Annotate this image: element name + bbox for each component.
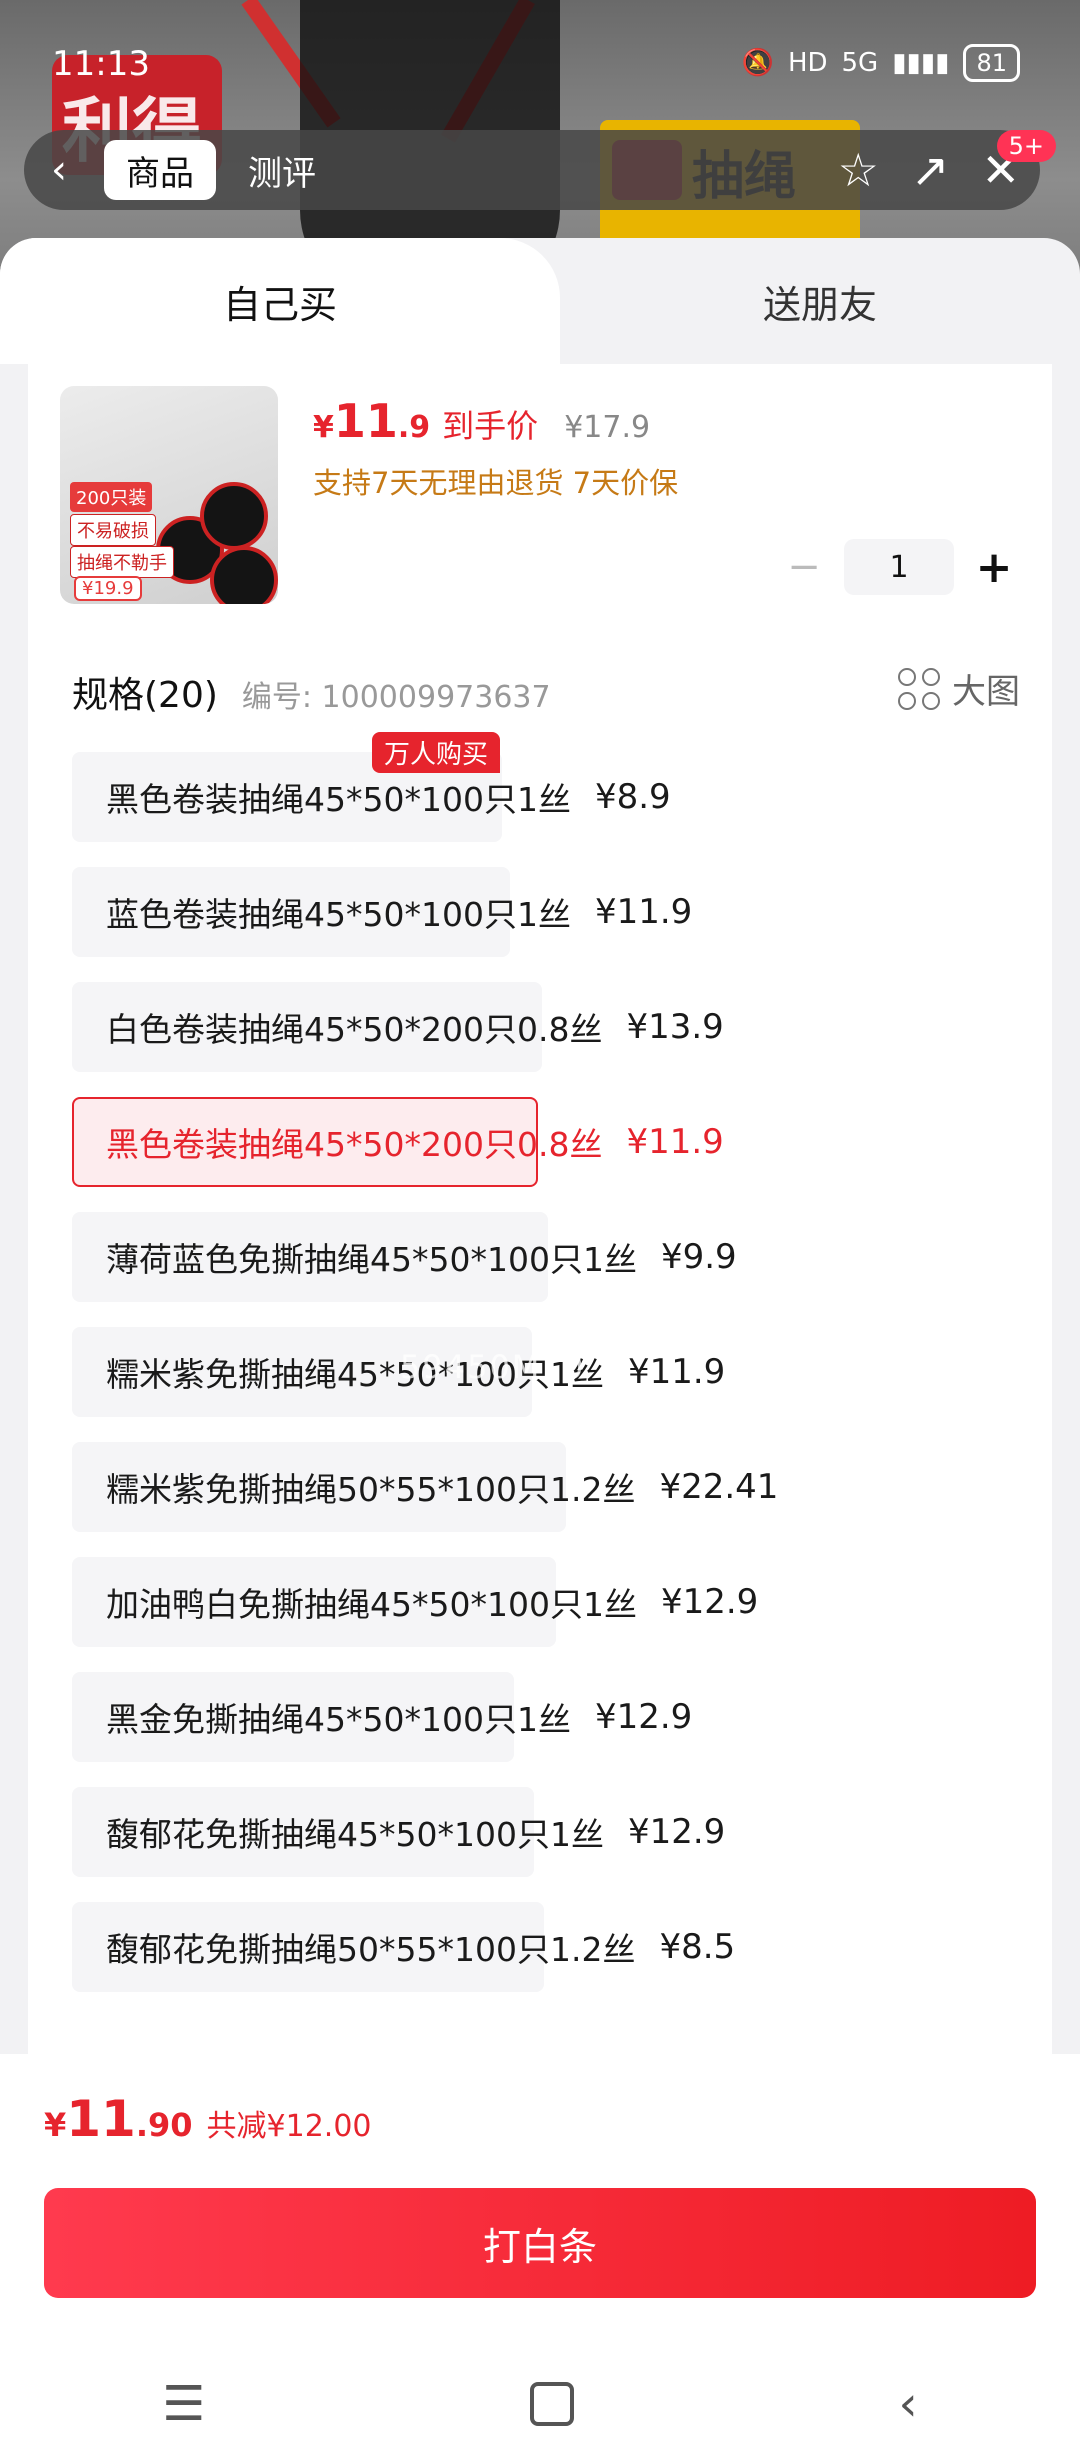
spec-price: ¥12.9	[627, 1812, 726, 1852]
total-currency: ¥	[44, 2106, 67, 2144]
watermark-text: 59450MT0	[400, 1348, 586, 1386]
tab-review[interactable]: 测评	[226, 140, 338, 200]
bottom-bar: ¥11.90 共减¥12.00 打白条 ☰ ‹	[0, 2054, 1080, 2460]
star-icon[interactable]: ☆	[838, 143, 879, 197]
original-price: ¥17.9	[564, 410, 651, 445]
share-icon[interactable]: ↗	[911, 143, 950, 197]
spec-price: ¥22.41	[659, 1467, 779, 1507]
total-decimal: .90	[135, 2106, 193, 2144]
spec-price: ¥9.9	[660, 1237, 737, 1277]
spec-name: 蓝色卷装抽绳45*50*100只1丝	[106, 895, 571, 934]
spec-option[interactable]: 黑色卷装抽绳45*50*200只0.8丝 ¥11.9	[72, 1097, 724, 1187]
system-nav-bar: ☰ ‹	[0, 2354, 1080, 2454]
mute-icon: 🔕	[741, 48, 774, 78]
spec-name: 糯米紫免撕抽绳50*55*100只1.2丝	[106, 1470, 636, 1509]
spec-name: 黑色卷装抽绳45*50*100只1丝	[106, 780, 571, 819]
spec-price: ¥11.9	[594, 892, 693, 932]
spec-option[interactable]: 馥郁花免撕抽绳45*50*100只1丝 ¥12.9	[72, 1787, 725, 1877]
spec-option[interactable]: 黑色卷装抽绳45*50*100只1丝 ¥8.9 万人购买	[72, 732, 671, 842]
spec-price: ¥12.9	[660, 1582, 759, 1622]
thumb-tag: 抽绳不勒手	[70, 546, 174, 578]
spec-name: 薄荷蓝色免撕抽绳45*50*100只1丝	[106, 1240, 637, 1279]
top-actions: ☆ ↗ ✕	[838, 130, 1020, 210]
price-decimal: .9	[397, 410, 431, 445]
home-icon[interactable]	[529, 2382, 574, 2426]
spec-header: 规格(20) 编号: 100009973637	[72, 666, 551, 718]
thumb-tag: 200只装	[70, 482, 153, 512]
increment-button[interactable]: +	[974, 542, 1014, 593]
price-row: ¥11.9 到手价 ¥17.9	[313, 394, 650, 448]
spec-option[interactable]: 馥郁花免撕抽绳50*55*100只1.2丝 ¥8.5	[72, 1902, 735, 1992]
price-integer: 11	[333, 394, 398, 448]
thumb-price: ¥19.9	[74, 576, 142, 601]
total-integer: 11	[66, 2090, 136, 2148]
spec-price: ¥13.9	[626, 1007, 724, 1047]
product-top-nav: ‹ 商品 测评 ☆ ↗ ✕	[24, 130, 1040, 210]
product-card: 200只装 不易破损 抽绳不勒手 ¥19.9 ¥11.9 到手价 ¥17.9 支…	[28, 364, 1052, 2294]
thumb-tag: 不易破损	[70, 514, 156, 546]
quantity-stepper: − 1 +	[784, 539, 1014, 595]
price-label: 到手价	[442, 407, 539, 445]
big-image-label: 大图	[952, 672, 1020, 712]
spec-title: 规格(20)	[72, 675, 218, 716]
spec-name: 馥郁花免撕抽绳45*50*100只1丝	[106, 1815, 604, 1854]
spec-option[interactable]: 白色卷装抽绳45*50*200只0.8丝 ¥13.9	[72, 982, 724, 1072]
spec-name: 馥郁花免撕抽绳50*55*100只1.2丝	[106, 1930, 636, 1969]
spec-option[interactable]: 薄荷蓝色免撕抽绳45*50*100只1丝 ¥9.9	[72, 1212, 737, 1302]
roll-image	[210, 546, 278, 604]
tab-product[interactable]: 商品	[104, 140, 216, 200]
status-bar-icons: 🔕 HD 5G ▮▮▮▮ 81	[742, 44, 1020, 82]
notification-badge: 5+	[996, 130, 1056, 162]
popular-badge: 万人购买	[371, 732, 500, 773]
spec-option[interactable]: 加油鸭白免撕抽绳45*50*100只1丝 ¥12.9	[72, 1557, 758, 1647]
back-icon[interactable]: ‹	[898, 2376, 917, 2432]
spec-option[interactable]: 蓝色卷装抽绳45*50*100只1丝 ¥11.9	[72, 867, 692, 957]
pay-button[interactable]: 打白条	[44, 2188, 1036, 2298]
price-currency: ¥	[313, 410, 334, 445]
network-label: 5G	[841, 48, 879, 78]
total-row: ¥11.90 共减¥12.00	[44, 2090, 372, 2148]
support-text: 支持7天无理由退货 7天价保	[313, 466, 679, 500]
spec-option[interactable]: 黑金免撕抽绳45*50*100只1丝 ¥12.9	[72, 1672, 692, 1762]
tab-buy-self[interactable]: 自己买	[0, 238, 560, 364]
roll-image	[200, 482, 268, 550]
chevron-left-icon[interactable]: ‹	[24, 130, 94, 210]
spec-price: ¥12.9	[594, 1697, 693, 1737]
current-price: ¥11.9	[313, 394, 430, 448]
grid-icon	[898, 667, 940, 710]
big-image-toggle[interactable]: 大图	[898, 664, 1020, 713]
spec-name: 黑色卷装抽绳45*50*200只0.8丝	[106, 1125, 603, 1164]
tab-gift-friend[interactable]: 送朋友	[560, 238, 1080, 364]
hd-icon: HD	[787, 48, 828, 78]
spec-price: ¥8.9	[594, 777, 671, 817]
battery-icon: 81	[963, 44, 1020, 82]
spec-name: 黑金免撕抽绳45*50*100只1丝	[106, 1700, 571, 1739]
spec-name: 加油鸭白免撕抽绳45*50*100只1丝	[106, 1585, 637, 1624]
sheet-tabs: 自己买 送朋友	[0, 238, 1080, 364]
spec-price: ¥11.9	[626, 1122, 724, 1162]
status-time: 11:13	[52, 44, 150, 84]
spec-option[interactable]: 糯米紫免撕抽绳50*55*100只1.2丝 ¥22.41	[72, 1442, 778, 1532]
total-price: ¥11.90	[44, 2090, 193, 2148]
spec-price: ¥11.9	[627, 1352, 726, 1392]
product-thumbnail[interactable]: 200只装 不易破损 抽绳不勒手 ¥19.9	[60, 386, 278, 604]
spec-price: ¥8.5	[659, 1927, 736, 1967]
signal-icon: ▮▮▮▮	[892, 48, 950, 78]
menu-icon[interactable]: ☰	[162, 2376, 205, 2432]
spec-name: 白色卷装抽绳45*50*200只0.8丝	[106, 1010, 603, 1049]
decrement-button[interactable]: −	[784, 544, 824, 590]
quantity-value[interactable]: 1	[844, 539, 954, 595]
total-discount: 共减¥12.00	[206, 2109, 372, 2144]
product-code: 编号: 100009973637	[241, 680, 551, 715]
